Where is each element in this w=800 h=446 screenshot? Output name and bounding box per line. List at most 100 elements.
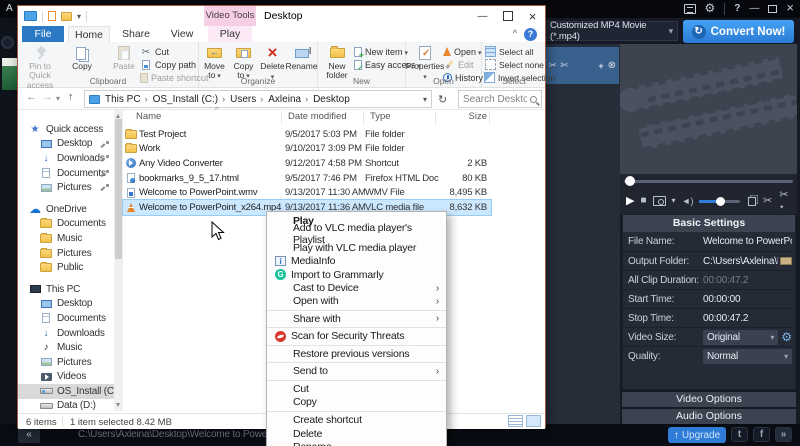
column-header-date[interactable]: Date modified [288,111,347,122]
ribbon-small-button[interactable]: Select all [484,46,546,57]
crop-clip-icon[interactable] [779,189,791,214]
breadcrumb-segment[interactable]: Axleina [258,94,303,105]
file-row[interactable]: Welcome to PowerPoint.wmv 9/13/2017 11:3… [123,185,491,200]
column-header-size[interactable]: Size [441,111,487,122]
close-icon[interactable] [786,2,794,16]
sidebar-item[interactable]: Pictures [18,246,114,261]
context-menu-item[interactable]: Scan for Security Threats [267,330,446,346]
ribbon-small-button[interactable]: Easy access [354,59,406,70]
ribbon-tab[interactable]: Play [208,26,252,42]
add-clip-icon[interactable] [598,61,603,71]
collapse-ribbon-icon[interactable]: ^ [513,28,517,38]
convert-now-button[interactable]: ↻ Convert Now! [683,20,794,43]
ribbon-small-button[interactable]: New item [354,46,406,57]
context-menu-item[interactable]: MediaInfo [267,255,446,269]
minimize-icon[interactable] [749,3,759,15]
ribbon-tab[interactable]: View [162,26,202,42]
settings-row[interactable]: Quality: Normal [623,346,795,365]
ribbon-small-button[interactable]: Cut [140,46,198,57]
context-menu-item[interactable]: Rename [267,441,446,446]
settings-row[interactable]: Start Time: 00:00:00 [623,289,795,308]
sidebar-item[interactable]: This PC [18,282,114,297]
search-input[interactable]: Search Desktop [458,90,542,108]
search-icon[interactable] [530,96,537,103]
help-icon[interactable]: ? [524,28,537,41]
settings-row[interactable]: File Name: Welcome to PowerPoint [623,232,795,251]
settings-value[interactable]: Original [703,330,778,345]
play-icon[interactable] [626,195,634,208]
sidebar-item[interactable]: Quick access [18,122,114,137]
duplicate-icon[interactable] [748,197,756,206]
breadcrumb-segment[interactable]: Desktop [303,94,352,105]
context-menu-item[interactable]: Cut [267,383,446,397]
cut-clip-icon[interactable] [763,195,772,208]
sidebar-item[interactable]: Public [18,260,114,275]
settings-value[interactable]: Normal [703,349,792,364]
context-menu-item[interactable]: Share with [267,313,446,329]
volume-icon[interactable] [682,195,694,208]
address-dropdown-caret-icon[interactable]: ▾ [423,95,427,104]
ribbon-tab[interactable]: Share [114,26,158,42]
sidebar-item[interactable]: Desktop [18,297,114,312]
qat-customize-caret-icon[interactable] [77,10,81,22]
address-box[interactable]: This PCOS_Install (C:)UsersAxleinaDeskto… [84,90,432,108]
divider[interactable] [724,3,725,15]
maximize-icon[interactable] [768,5,777,13]
breadcrumb-segment[interactable]: OS_Install (C:) [143,94,221,105]
sidebar-scrollbar[interactable] [114,110,123,411]
snapshot-icon[interactable] [653,196,666,206]
seek-bar[interactable] [620,174,797,188]
browse-folder-icon[interactable] [780,257,792,265]
settings-value[interactable]: Welcome to PowerPoint [703,236,792,247]
settings-value[interactable]: 00:00:47.2 [703,275,792,286]
explorer-icon[interactable] [24,11,37,21]
ribbon-small-button[interactable]: Select none [484,59,546,70]
trim-clip-icon[interactable] [549,60,557,71]
properties-qat-icon[interactable] [48,11,56,21]
scroll-down-icon[interactable] [116,403,120,409]
selected-clip-row[interactable] [546,47,619,84]
maximize-icon[interactable] [495,6,520,26]
volume-knob[interactable] [716,197,725,206]
file-row[interactable]: Work 9/10/2017 3:09 PM File folder [123,142,491,157]
sidebar-item[interactable]: Downloads [18,326,114,341]
divider[interactable] [42,11,43,22]
context-menu-item[interactable]: Copy [267,396,446,412]
sidebar-item[interactable]: OS_Install (C:) [18,384,114,399]
sidebar-item[interactable]: Documents [18,217,114,232]
settings-row[interactable]: Video Size: Original [623,327,795,346]
refresh-icon[interactable]: ↻ [438,93,447,106]
video-options-button[interactable]: Video Options [622,392,796,407]
back-button[interactable]: ← [26,91,37,103]
stop-icon[interactable] [640,195,646,207]
context-menu-item[interactable]: Delete [267,427,446,441]
gear-icon[interactable] [781,330,792,344]
remove-clip-icon[interactable] [608,60,616,71]
settings-row[interactable]: All Clip Duration: 00:00:47.2 [623,270,795,289]
gear-icon[interactable] [705,2,716,16]
volume-slider[interactable] [699,200,740,203]
column-header-type[interactable]: Type [370,111,391,122]
sidebar-item[interactable]: OneDrive [18,202,114,217]
file-row[interactable]: Any Video Converter 9/12/2017 4:58 PM Sh… [123,156,491,171]
twitter-icon[interactable] [731,427,748,442]
audio-options-button[interactable]: Audio Options [622,409,796,424]
more-icon[interactable] [775,427,792,442]
large-icons-view-icon[interactable] [526,415,541,427]
scroll-up-icon[interactable] [116,112,120,118]
output-format-dropdown[interactable]: Customized MP4 Movie (*.mp4) [545,21,678,41]
sidebar-item[interactable]: Pictures [18,180,114,195]
minimize-icon[interactable] [470,6,495,26]
settings-row[interactable]: Output Folder: C:\Users\Axleina\Deskt... [623,251,795,270]
breadcrumb-segment[interactable]: This PC [103,94,143,105]
file-row[interactable]: Test Project 9/5/2017 5:03 PM File folde… [123,127,491,142]
file-row[interactable]: bookmarks_9_5_17.html 9/5/2017 7:46 PM F… [123,171,491,186]
ribbon-tab[interactable]: File [22,26,64,42]
recent-locations-caret-icon[interactable]: ▾ [56,94,60,103]
sidebar-item[interactable]: Documents [18,311,114,326]
sidebar-item[interactable]: Videos [18,370,114,385]
column-header-name[interactable]: Name [136,111,161,122]
settings-row[interactable]: Stop Time: 00:00:47.2 [623,308,795,327]
collapse-panel-button[interactable]: « [18,428,40,443]
settings-value[interactable]: 00:00:00 [703,294,792,305]
